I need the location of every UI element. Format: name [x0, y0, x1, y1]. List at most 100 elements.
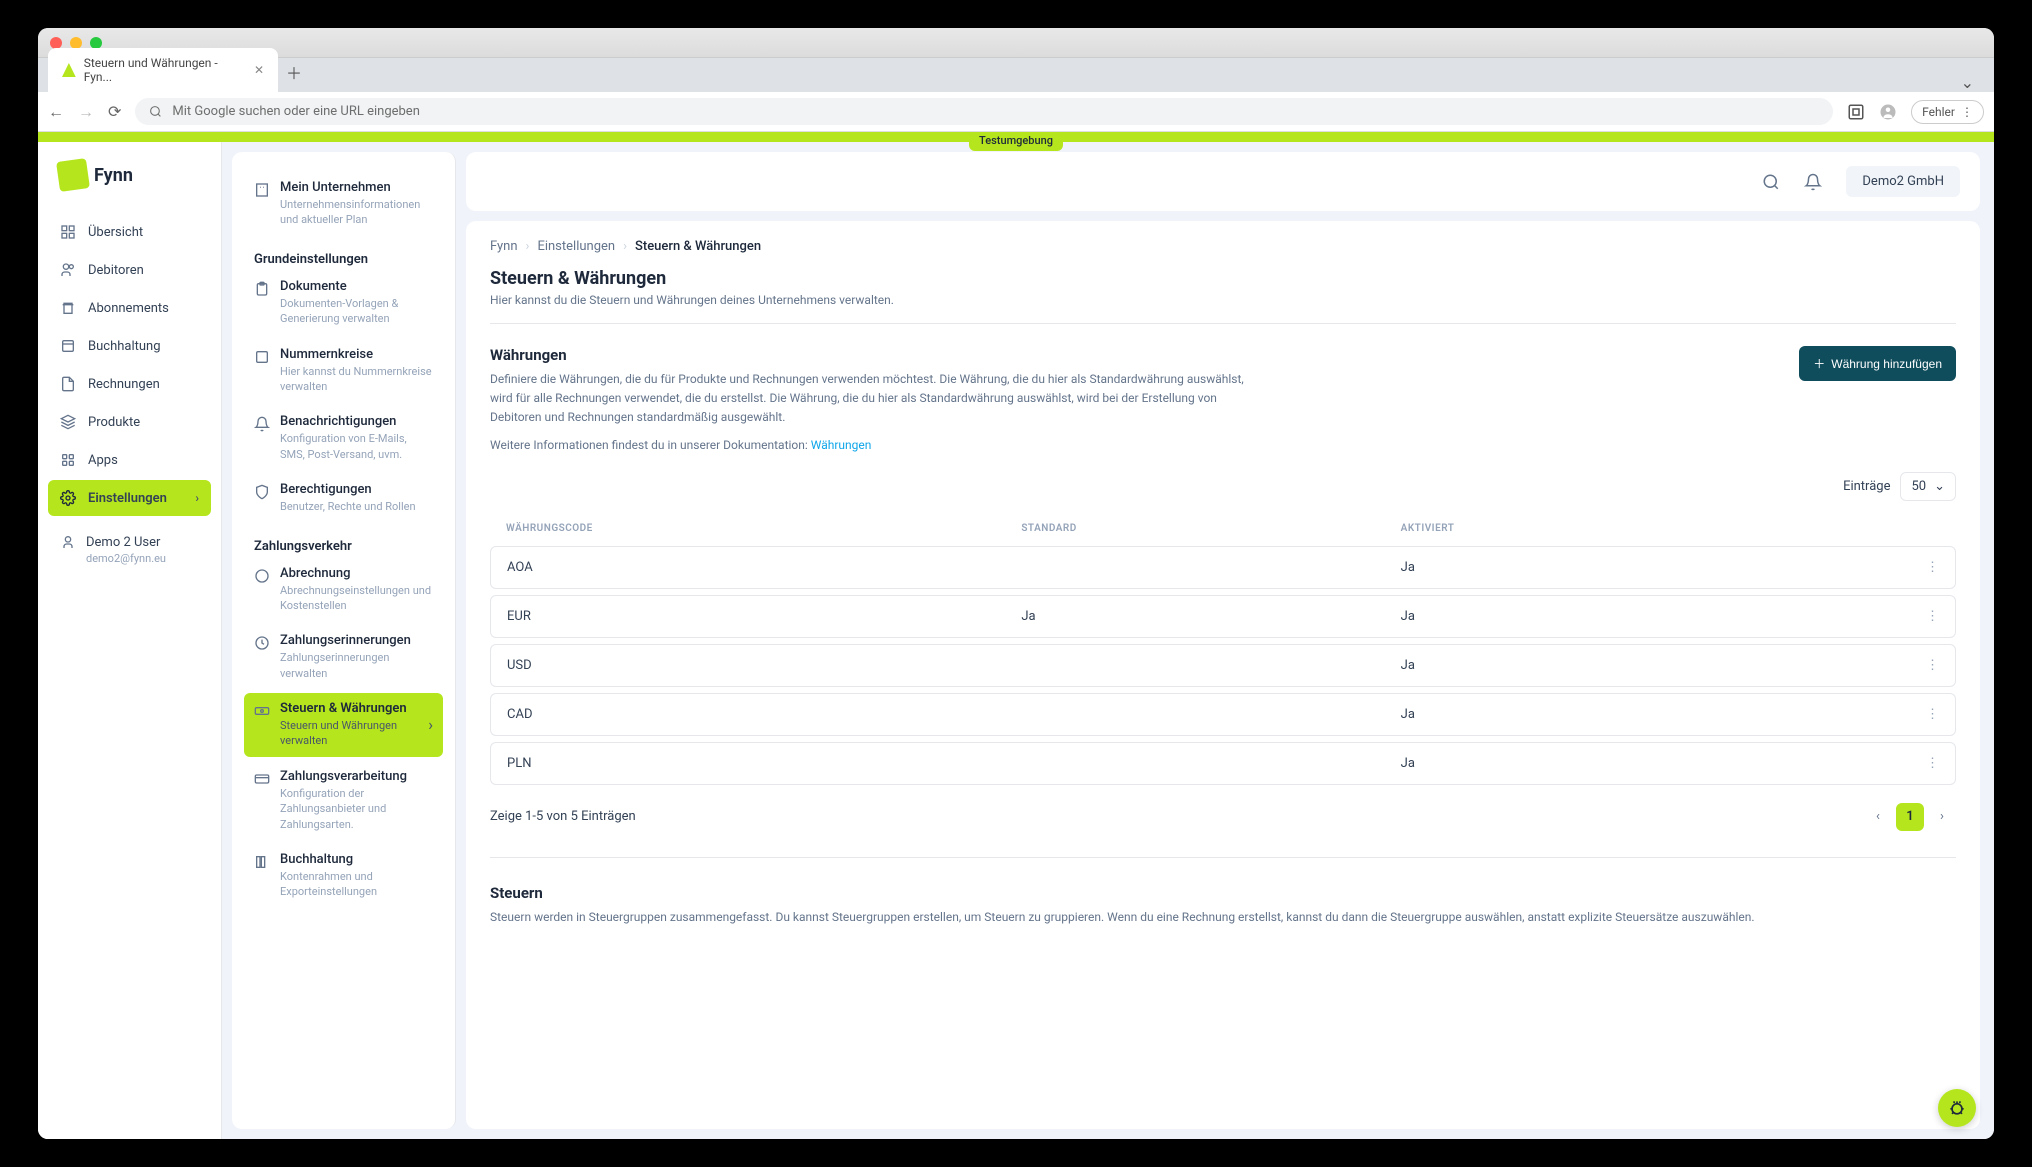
- nav-settings[interactable]: Einstellungen ›: [48, 480, 211, 516]
- nav-label: Produkte: [88, 415, 140, 430]
- cell-standard: Ja: [1005, 595, 1384, 638]
- doc-link[interactable]: Währungen: [811, 438, 872, 452]
- bell-icon[interactable]: [1804, 173, 1822, 191]
- page-prev-icon[interactable]: ‹: [1864, 803, 1892, 831]
- chevron-right-icon: ›: [428, 715, 433, 734]
- profile-icon[interactable]: [1879, 103, 1897, 121]
- chevron-right-icon: ›: [195, 491, 199, 505]
- section-desc: Steuern werden in Steuergruppen zusammen…: [490, 908, 1956, 927]
- subnav-number-ranges[interactable]: Nummernkreise Hier kannst du Nummernkrei…: [244, 339, 443, 403]
- nav-label: Rechnungen: [88, 377, 160, 392]
- book-icon: [60, 338, 76, 354]
- subnav-permissions[interactable]: Berechtigungen Benutzer, Rechte und Roll…: [244, 474, 443, 522]
- close-tab-icon[interactable]: ✕: [254, 63, 264, 77]
- subnav-title: Zahlungsverarbeitung: [280, 769, 433, 784]
- subnav-company[interactable]: Mein Unternehmen Unternehmensinformation…: [244, 172, 443, 236]
- subnav-title: Nummernkreise: [280, 347, 433, 362]
- nav-reload-icon[interactable]: ⟳: [108, 102, 121, 121]
- subnav-notifications[interactable]: Benachrichtigungen Konfiguration von E-M…: [244, 406, 443, 470]
- url-input[interactable]: Mit Google suchen oder eine URL eingeben: [135, 98, 1833, 125]
- section-label: Grundeinstellungen: [244, 244, 443, 271]
- grid-icon: [60, 224, 76, 240]
- row-menu-icon[interactable]: ⋮: [1926, 658, 1939, 673]
- section-title-currencies: Währungen: [490, 346, 1250, 364]
- row-menu-icon[interactable]: ⋮: [1926, 756, 1939, 771]
- nav-accounting[interactable]: Buchhaltung: [48, 328, 211, 364]
- cell-active: Ja: [1385, 644, 1757, 687]
- row-menu-icon[interactable]: ⋮: [1926, 560, 1939, 575]
- hash-icon: [254, 349, 270, 365]
- building-icon: [254, 182, 270, 198]
- table-footer-text: Zeige 1-5 von 5 Einträgen: [490, 809, 636, 824]
- subnav-billing[interactable]: Abrechnung Abrechnungseinstellungen und …: [244, 558, 443, 622]
- cell-active: Ja: [1385, 742, 1757, 785]
- subnav-taxes-currencies[interactable]: Steuern & Währungen Steuern und Währunge…: [244, 693, 443, 757]
- page-number-active[interactable]: 1: [1896, 803, 1924, 831]
- main-area: Demo2 GmbH Fynn › Einstellungen › Steuer…: [456, 142, 1994, 1139]
- tabs-dropdown-icon[interactable]: ⌄: [1951, 73, 1984, 92]
- subnav-title: Steuern & Währungen: [280, 701, 418, 716]
- table-row: PLN Ja ⋮: [490, 742, 1956, 785]
- cell-active: Ja: [1385, 546, 1757, 589]
- clipboard-icon: [254, 281, 270, 297]
- subnav-reminders[interactable]: Zahlungserinnerungen Zahlungserinnerunge…: [244, 625, 443, 689]
- gear-icon: [60, 490, 76, 506]
- user-block[interactable]: Demo 2 User demo2@fynn.eu: [38, 524, 221, 575]
- table-row: USD Ja ⋮: [490, 644, 1956, 687]
- search-icon[interactable]: [1762, 173, 1780, 191]
- btn-label: Währung hinzufügen: [1831, 357, 1942, 371]
- close-window-btn[interactable]: [50, 37, 62, 49]
- nav-back-icon[interactable]: ←: [48, 102, 64, 122]
- entries-select[interactable]: 50 ⌄: [1900, 472, 1956, 501]
- install-app-icon[interactable]: [1847, 103, 1865, 121]
- row-menu-icon[interactable]: ⋮: [1926, 707, 1939, 722]
- subnav-desc: Steuern und Währungen verwalten: [280, 718, 418, 749]
- subnav-desc: Dokumenten-Vorlagen & Generierung verwal…: [280, 296, 433, 327]
- cell-standard: [1005, 546, 1384, 589]
- shield-icon: [254, 484, 270, 500]
- new-tab-button[interactable]: ＋: [278, 52, 310, 92]
- chevron-right-icon: ›: [526, 239, 530, 254]
- nav-debtors[interactable]: Debitoren: [48, 252, 211, 288]
- cell-standard: [1005, 742, 1384, 785]
- logo-text: Fynn: [94, 165, 133, 186]
- crumb-settings[interactable]: Einstellungen: [537, 239, 615, 254]
- nav-invoices[interactable]: Rechnungen: [48, 366, 211, 402]
- maximize-window-btn[interactable]: [90, 37, 102, 49]
- section-desc: Definiere die Währungen, die du für Prod…: [490, 370, 1250, 428]
- minimize-window-btn[interactable]: [70, 37, 82, 49]
- error-chip[interactable]: Fehler ⋮: [1911, 100, 1984, 124]
- user-email: demo2@fynn.eu: [86, 552, 199, 565]
- bug-report-button[interactable]: [1938, 1089, 1976, 1127]
- nav-label: Debitoren: [88, 263, 144, 278]
- nav-label: Übersicht: [88, 225, 143, 240]
- page-subtitle: Hier kannst du die Steuern und Währungen…: [490, 293, 1956, 307]
- nav-subscriptions[interactable]: Abonnements: [48, 290, 211, 326]
- environment-banner: Testumgebung: [38, 132, 1994, 142]
- chevron-right-icon: ›: [623, 239, 627, 254]
- breadcrumb: Fynn › Einstellungen › Steuern & Währung…: [490, 239, 1956, 254]
- subnav-documents[interactable]: Dokumente Dokumenten-Vorlagen & Generier…: [244, 271, 443, 335]
- content-card: Fynn › Einstellungen › Steuern & Währung…: [466, 221, 1980, 1129]
- add-currency-button[interactable]: ＋ Währung hinzufügen: [1799, 346, 1956, 381]
- plus-icon: ＋: [1813, 355, 1825, 372]
- nav-products[interactable]: Produkte: [48, 404, 211, 440]
- nav-apps[interactable]: Apps: [48, 442, 211, 478]
- macos-titlebar: [38, 28, 1994, 58]
- row-menu-icon[interactable]: ⋮: [1926, 609, 1939, 624]
- error-label: Fehler: [1922, 105, 1955, 119]
- nav-overview[interactable]: Übersicht: [48, 214, 211, 250]
- table-row: CAD Ja ⋮: [490, 693, 1956, 736]
- refresh-icon: [254, 568, 270, 584]
- crumb-root[interactable]: Fynn: [490, 239, 518, 254]
- box-icon: [60, 300, 76, 316]
- app-logo[interactable]: Fynn: [58, 160, 201, 190]
- logo-mark: [56, 158, 90, 192]
- browser-tab-active[interactable]: Steuern und Währungen - Fyn... ✕: [48, 48, 278, 92]
- page-next-icon[interactable]: ›: [1928, 803, 1956, 831]
- subnav-payment-processing[interactable]: Zahlungsverarbeitung Konfiguration der Z…: [244, 761, 443, 840]
- sidebar-primary: Fynn Übersicht Debitoren Abonnements: [38, 142, 222, 1139]
- subnav-accounting[interactable]: Buchhaltung Kontenrahmen und Exporteinst…: [244, 844, 443, 908]
- subnav-desc: Benutzer, Rechte und Rollen: [280, 499, 433, 514]
- company-selector[interactable]: Demo2 GmbH: [1846, 166, 1960, 197]
